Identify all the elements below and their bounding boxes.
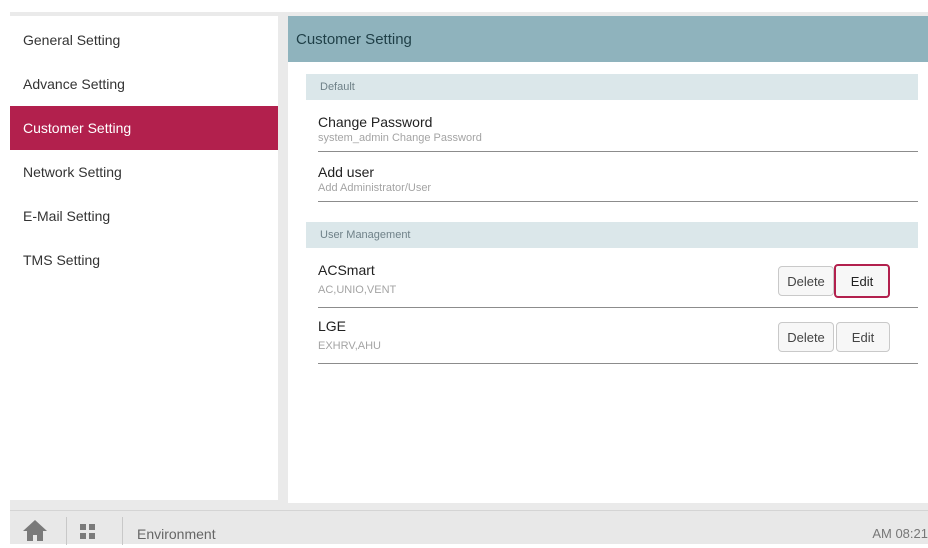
- user-row: LGE EXHRV,AHU Delete Edit: [318, 312, 918, 364]
- user-row: ACSmart AC,UNIO,VENT Delete Edit: [318, 256, 918, 308]
- clock: AM 08:21: [872, 526, 928, 541]
- home-icon[interactable]: [20, 517, 50, 543]
- delete-button[interactable]: Delete: [778, 266, 834, 296]
- user-types: EXHRV,AHU: [318, 340, 381, 352]
- sidebar-item-label: Network Setting: [23, 164, 122, 180]
- edit-button[interactable]: Edit: [834, 264, 890, 298]
- edit-button[interactable]: Edit: [836, 322, 890, 352]
- user-types: AC,UNIO,VENT: [318, 284, 397, 296]
- divider: [122, 517, 123, 545]
- settings-sidebar: General Setting Advance Setting Customer…: [10, 16, 278, 500]
- sidebar-item-tms-setting[interactable]: TMS Setting: [10, 238, 278, 282]
- sidebar-item-label: Customer Setting: [23, 120, 132, 136]
- row-subtitle: Add Administrator/User: [318, 182, 432, 194]
- change-password-row[interactable]: Change Password system_admin Change Pass…: [318, 108, 918, 152]
- sidebar-item-label: Advance Setting: [23, 76, 125, 92]
- user-name: ACSmart: [318, 262, 375, 278]
- row-subtitle: system_admin Change Password: [318, 132, 482, 144]
- bottom-navigation-bar: Environment AM 08:21: [10, 510, 928, 545]
- sidebar-item-label: TMS Setting: [23, 252, 101, 268]
- divider: [66, 517, 67, 545]
- delete-button[interactable]: Delete: [778, 322, 834, 352]
- section-header-user-management: User Management: [306, 222, 918, 248]
- sidebar-item-label: E-Mail Setting: [23, 208, 111, 224]
- sidebar-item-label: General Setting: [23, 32, 121, 48]
- user-name: LGE: [318, 318, 347, 334]
- row-title: Change Password: [318, 114, 433, 130]
- sidebar-item-email-setting[interactable]: E-Mail Setting: [10, 194, 278, 238]
- environment-label[interactable]: Environment: [137, 526, 216, 542]
- row-title: Add user: [318, 164, 375, 180]
- sidebar-item-general-setting[interactable]: General Setting: [10, 18, 278, 62]
- sidebar-item-customer-setting[interactable]: Customer Setting: [10, 106, 278, 150]
- sidebar-item-advance-setting[interactable]: Advance Setting: [10, 62, 278, 106]
- main-panel: Customer Setting Default Change Password…: [288, 16, 928, 503]
- sidebar-item-network-setting[interactable]: Network Setting: [10, 150, 278, 194]
- page-title: Customer Setting: [288, 16, 928, 62]
- add-user-row[interactable]: Add user Add Administrator/User: [318, 158, 918, 202]
- grid-menu-icon[interactable]: [80, 524, 96, 540]
- section-header-default: Default: [306, 74, 918, 100]
